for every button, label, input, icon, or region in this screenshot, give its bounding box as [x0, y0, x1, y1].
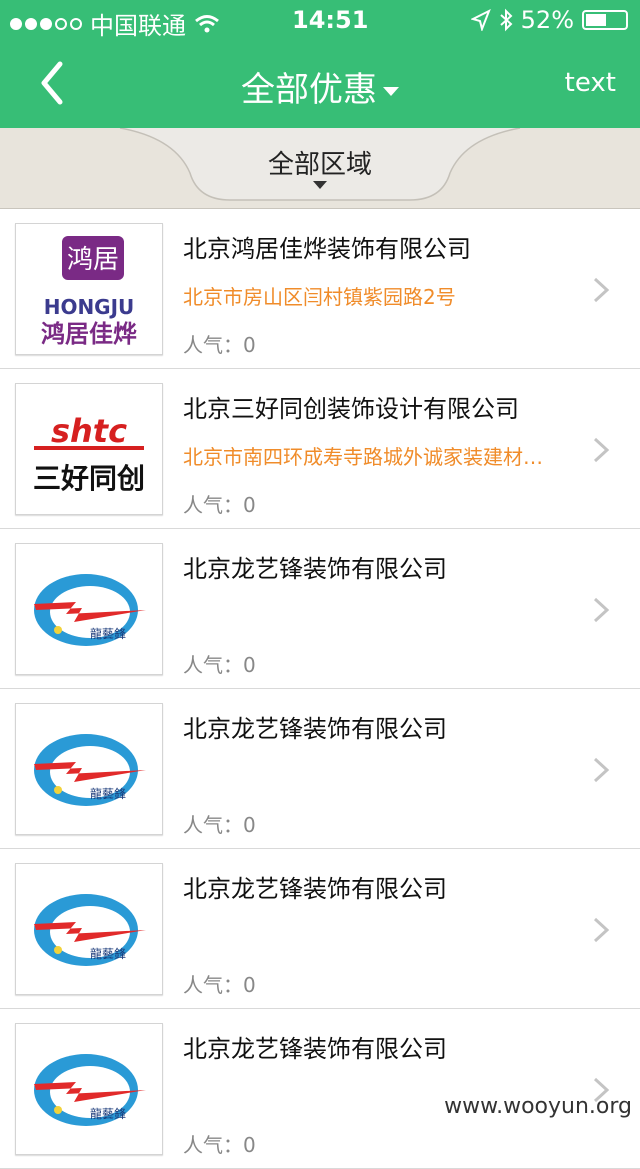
svg-text:鸿居: 鸿居	[67, 245, 119, 275]
company-list: 鸿居 HONGJU 鸿居佳烨 北京鸿居佳烨装饰有限公司 北京市房山区闫村镇紫园路…	[0, 209, 640, 1169]
status-time: 14:51	[292, 6, 369, 34]
company-popularity: 人气：0	[183, 653, 256, 677]
dropdown-caret-icon	[383, 87, 399, 96]
company-name: 北京龙艺锋装饰有限公司	[183, 875, 447, 903]
svg-text:龍藝鋒: 龍藝鋒	[90, 786, 126, 801]
status-right: 52%	[470, 6, 628, 34]
company-name: 北京鸿居佳烨装饰有限公司	[183, 235, 471, 263]
chevron-right-icon	[593, 757, 610, 783]
longyifeng-logo: 龍藝鋒	[15, 543, 163, 675]
list-item[interactable]: 龍藝鋒 北京龙艺锋装饰有限公司 人气：0	[0, 849, 640, 1009]
region-dropdown-caret-icon	[313, 181, 327, 189]
nav-title-dropdown[interactable]: 全部优惠	[0, 62, 640, 111]
header: 中国联通 14:51 52% 全部优惠 text	[0, 0, 640, 128]
carrier-info: 中国联通	[10, 6, 220, 41]
company-address: 北京市南四环成寿寺路城外诚家装建材…	[183, 445, 543, 469]
company-popularity: 人气：0	[183, 973, 256, 997]
list-item[interactable]: 龍藝鋒 北京龙艺锋装饰有限公司 人气：0	[0, 529, 640, 689]
battery-icon	[582, 10, 628, 30]
carrier-name: 中国联通	[90, 12, 186, 40]
nav-bar: 全部优惠 text	[0, 40, 640, 128]
company-popularity: 人气：0	[183, 493, 256, 517]
company-popularity: 人气：0	[183, 333, 256, 357]
company-popularity: 人气：0	[183, 813, 256, 837]
company-name: 北京龙艺锋装饰有限公司	[183, 555, 447, 583]
chevron-right-icon	[593, 917, 610, 943]
company-name: 北京龙艺锋装饰有限公司	[183, 715, 447, 743]
battery-percent: 52%	[520, 6, 574, 34]
page-title: 全部优惠	[241, 70, 377, 110]
signal-icon	[10, 17, 82, 30]
shtc-logo: shtc 三好同创	[15, 383, 163, 515]
svg-text:龍藝鋒: 龍藝鋒	[90, 626, 126, 641]
chevron-right-icon	[593, 437, 610, 463]
svg-text:三好同创: 三好同创	[33, 462, 145, 495]
svg-text:HONGJU: HONGJU	[44, 295, 135, 319]
company-address: 北京市房山区闫村镇紫园路2号	[183, 285, 456, 309]
company-name: 北京三好同创装饰设计有限公司	[183, 395, 519, 423]
hongju-logo: 鸿居 HONGJU 鸿居佳烨	[15, 223, 163, 355]
chevron-right-icon	[593, 597, 610, 623]
list-item[interactable]: shtc 三好同创 北京三好同创装饰设计有限公司 北京市南四环成寿寺路城外诚家装…	[0, 369, 640, 529]
svg-text:龍藝鋒: 龍藝鋒	[90, 1106, 126, 1121]
chevron-right-icon	[593, 277, 610, 303]
list-item[interactable]: 鸿居 HONGJU 鸿居佳烨 北京鸿居佳烨装饰有限公司 北京市房山区闫村镇紫园路…	[0, 209, 640, 369]
longyifeng-logo: 龍藝鋒	[15, 1023, 163, 1155]
region-filter-bar[interactable]: 全部区域	[0, 128, 640, 209]
svg-text:鸿居佳烨: 鸿居佳烨	[41, 320, 137, 348]
svg-text:龍藝鋒: 龍藝鋒	[90, 946, 126, 961]
bluetooth-icon	[499, 8, 513, 32]
region-filter-label: 全部区域	[267, 150, 372, 180]
nav-right-button[interactable]: text	[565, 68, 616, 98]
company-name: 北京龙艺锋装饰有限公司	[183, 1035, 447, 1063]
list-item[interactable]: 龍藝鋒 北京龙艺锋装饰有限公司 人气：0	[0, 689, 640, 849]
location-icon	[470, 9, 491, 31]
status-bar: 中国联通 14:51 52%	[0, 0, 640, 40]
company-popularity: 人气：0	[183, 1133, 256, 1157]
list-item[interactable]: 龍藝鋒 北京龙艺锋装饰有限公司 人气：0	[0, 1009, 640, 1169]
svg-text:shtc: shtc	[51, 412, 127, 450]
wifi-icon	[195, 14, 219, 32]
watermark: www.wooyun.org	[444, 1094, 632, 1119]
longyifeng-logo: 龍藝鋒	[15, 863, 163, 995]
longyifeng-logo: 龍藝鋒	[15, 703, 163, 835]
